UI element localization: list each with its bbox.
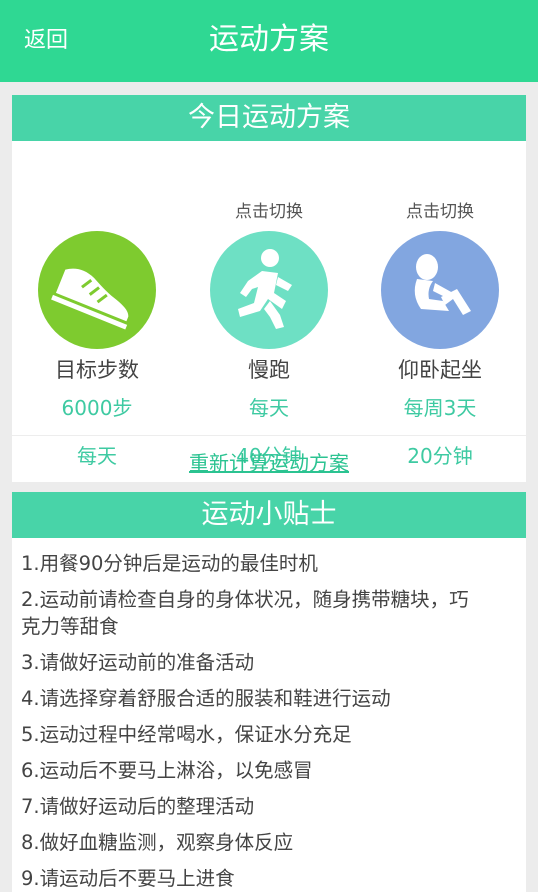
today-plan-card: 今日运动方案 目标步数 6000步 每天 点击切换 慢跑 每天 40分钟 点击切… — [12, 95, 526, 482]
tips-heading: 运动小贴士 — [12, 492, 526, 538]
plan-item-name: 目标步数 — [55, 358, 139, 382]
plan-heading: 今日运动方案 — [12, 95, 526, 141]
plan-item-name: 慢跑 — [248, 358, 290, 382]
page-title: 运动方案 — [209, 22, 329, 57]
plan-item-frequency: 每天 — [249, 396, 289, 420]
tip-item: 6.运动后不要马上淋浴，以免感冒 — [21, 759, 313, 782]
running-icon[interactable] — [210, 231, 328, 349]
tip-item: 7.请做好运动后的整理活动 — [21, 795, 255, 818]
tip-item: 5.运动过程中经常喝水，保证水分充足 — [21, 723, 352, 746]
plan-item-frequency: 每周3天 — [403, 396, 477, 420]
tip-item: 3.请做好运动前的准备活动 — [21, 651, 255, 674]
top-bar: 返回 运动方案 — [0, 0, 538, 82]
switch-hint[interactable]: 点击切换 — [184, 197, 354, 222]
divider — [12, 435, 526, 436]
plan-item-value: 6000步 — [61, 396, 133, 420]
tips-list: 1.用餐90分钟后是运动的最佳时机 2.运动前请检查自身的身体状况，随身携带糖块… — [12, 538, 526, 892]
tips-card: 运动小贴士 1.用餐90分钟后是运动的最佳时机 2.运动前请检查自身的身体状况，… — [12, 492, 526, 892]
plan-item-name: 仰卧起坐 — [398, 358, 482, 382]
sneaker-icon — [38, 231, 156, 349]
tip-item: 8.做好血糖监测，观察身体反应 — [21, 831, 294, 854]
tip-item: 2.运动前请检查自身的身体状况，随身携带糖块，巧克力等甜食 — [21, 588, 469, 638]
switch-hint[interactable]: 点击切换 — [355, 197, 525, 222]
tip-item: 4.请选择穿着舒服合适的服装和鞋进行运动 — [21, 687, 391, 710]
sit-up-icon[interactable] — [381, 231, 499, 349]
tip-item: 9.请运动后不要马上进食 — [21, 867, 235, 890]
recalculate-plan-link[interactable]: 重新计算运动方案 — [12, 447, 526, 476]
tip-item: 1.用餐90分钟后是运动的最佳时机 — [21, 552, 318, 575]
